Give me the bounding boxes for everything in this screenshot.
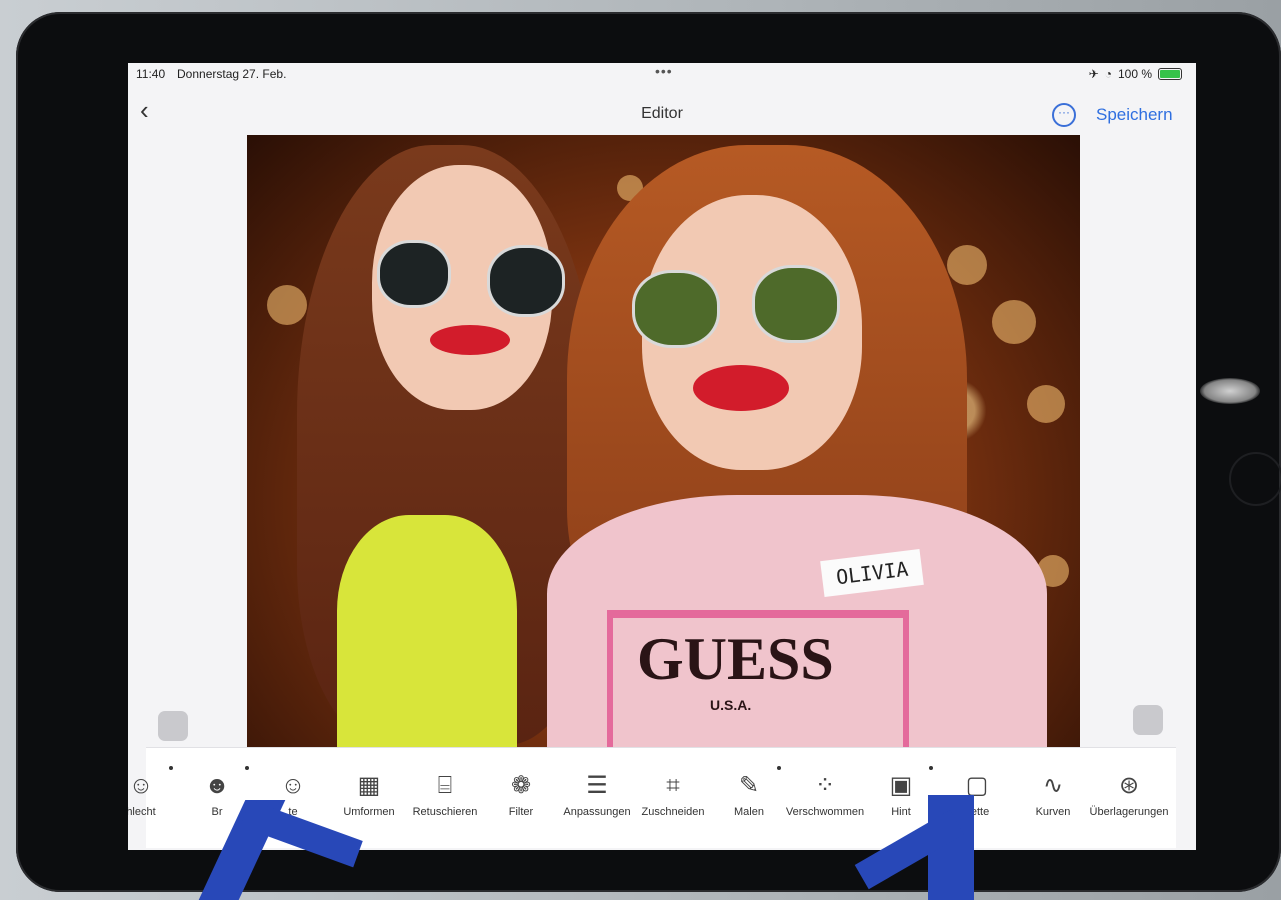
tool-button[interactable]: ☺ hlecht	[128, 766, 181, 818]
wifi-icon: ◔	[1104, 67, 1112, 81]
yellow-top	[337, 515, 517, 747]
sliders-icon: ☰	[586, 772, 608, 799]
edited-photo[interactable]: OLIVIA GUESS U.S.A.	[247, 135, 1080, 747]
status-right: ✈ ◔ 100 %	[1089, 67, 1182, 81]
tool-button[interactable]: ☰ Anpassungen	[557, 768, 637, 818]
edit-indicator-dot	[929, 766, 933, 770]
edit-indicator-dot	[245, 766, 249, 770]
tool-label: Anpassungen	[563, 806, 631, 818]
airplane-icon: ✈	[1088, 67, 1099, 81]
battery-percent: 100 %	[1117, 67, 1152, 81]
tool-label: Kurven	[1035, 806, 1071, 818]
edit-indicator-dot	[777, 766, 781, 770]
lips	[693, 365, 789, 411]
tool-label: Retuschieren	[412, 806, 478, 818]
grid-icon: ▦	[357, 772, 381, 799]
blur-dots-icon: ⁘	[814, 772, 836, 799]
tool-label: Umformen	[343, 806, 395, 818]
save-button[interactable]: Speichern	[1096, 105, 1173, 125]
tool-button[interactable]: ⊛ Überlagerungen	[1089, 768, 1169, 818]
person-right: OLIVIA GUESS U.S.A.	[547, 135, 1047, 747]
face-avatar-icon: ☺	[128, 772, 154, 799]
light-glare	[1200, 378, 1260, 404]
tool-label: Überlagerungen	[1089, 806, 1169, 818]
sunglasses-left-lens	[632, 270, 720, 348]
compare-icon[interactable]	[1133, 705, 1163, 735]
tool-button[interactable]: ❁ Filter	[481, 768, 561, 818]
lips	[430, 325, 510, 355]
tool-button[interactable]: ∿ Kurven	[1013, 768, 1093, 818]
status-time: 11:40	[136, 67, 166, 81]
face-glasses-icon: ☻	[204, 772, 230, 799]
battery-icon	[1158, 68, 1182, 80]
tool-label: Verschwommen	[785, 806, 865, 818]
sunglasses-right-lens	[752, 265, 840, 343]
people-icon[interactable]	[158, 711, 188, 741]
tool-label: Malen	[734, 806, 764, 818]
app-screen: 11:40 Donnerstag 27. Feb. ••• ✈ ◔ 100 % …	[128, 63, 1196, 850]
overlay-icon: ⊛	[1118, 772, 1140, 799]
nav-bar: ‹ Editor ··· Speichern	[128, 91, 1196, 135]
tool-button[interactable]: ✎ Malen	[709, 766, 789, 818]
home-button[interactable]	[1229, 452, 1281, 506]
shirt-logo: GUESS	[637, 626, 834, 692]
page-title: Editor	[641, 105, 683, 122]
tool-label: Zuschneiden	[641, 806, 705, 818]
tool-button[interactable]: ⁘ Verschwommen	[785, 768, 865, 818]
crop-icon: ⌗	[666, 772, 680, 799]
face-beard-icon: ☺	[280, 772, 306, 799]
ellipsis-circle-icon[interactable]: ···	[1052, 103, 1076, 127]
status-date: Donnerstag 27. Feb.	[177, 67, 287, 81]
edit-indicator-dot	[169, 766, 173, 770]
tool-button[interactable]: ▦ Umformen	[329, 768, 409, 818]
circles-icon: ❁	[510, 772, 532, 799]
brush-icon: ✎	[738, 772, 760, 799]
tool-button[interactable]: ⌸ Retuschieren	[405, 768, 485, 818]
tool-label: hlecht	[128, 806, 156, 818]
sunglasses-left-lens	[377, 240, 451, 308]
multitask-dots-icon[interactable]: •••	[655, 63, 673, 79]
curve-icon: ∿	[1042, 772, 1064, 799]
bandage-icon: ⌸	[437, 772, 453, 799]
shirt-logo-sub: U.S.A.	[710, 697, 752, 713]
tool-label: Filter	[508, 806, 534, 818]
status-bar: 11:40 Donnerstag 27. Feb. ••• ✈ ◔ 100 %	[128, 63, 1196, 85]
tool-button[interactable]: ⌗ Zuschneiden	[633, 768, 713, 818]
